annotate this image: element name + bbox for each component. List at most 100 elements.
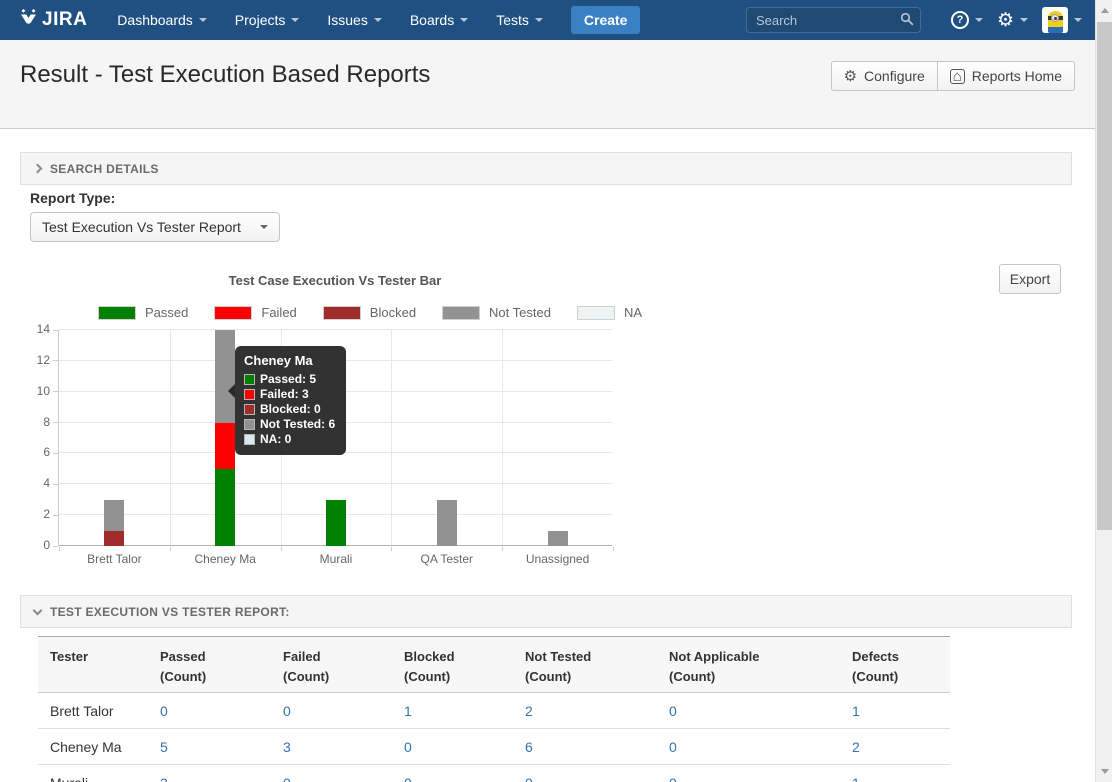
export-button[interactable]: Export — [999, 264, 1061, 294]
bar-segment-failed[interactable] — [215, 423, 235, 469]
legend-item-na[interactable]: NA — [577, 305, 642, 320]
nav-item-label: Boards — [410, 12, 454, 28]
count-link[interactable]: 6 — [525, 739, 533, 755]
bar-segment-not-tested[interactable] — [215, 330, 235, 423]
column-header-not-tested: Not Tested(Count) — [513, 637, 657, 692]
count-link[interactable]: 0 — [404, 739, 412, 755]
column-header-failed: Failed(Count) — [271, 637, 392, 692]
y-axis-tick — [53, 360, 58, 361]
count-link[interactable]: 2 — [852, 739, 860, 755]
nav-item-label: Projects — [235, 12, 286, 28]
nav-item-boards[interactable]: Boards — [396, 0, 482, 40]
x-axis-category-label: Cheney Ma — [170, 552, 281, 566]
user-menu[interactable] — [1042, 7, 1082, 33]
avatar-image — [1048, 11, 1063, 33]
chart-legend: Passed Failed Blocked Not Tested NA — [98, 305, 668, 320]
y-axis-tick-label: 10 — [20, 384, 50, 398]
x-axis-category-label: Unassigned — [502, 552, 613, 566]
bar-segment-blocked[interactable] — [104, 531, 124, 546]
nav-item-dashboards[interactable]: Dashboards — [103, 0, 221, 40]
top-navbar: JIRA Dashboards Projects Issues Boards T… — [0, 0, 1112, 40]
configure-button[interactable]: ⚙ Configure — [831, 61, 937, 91]
tester-name: Murali — [38, 765, 148, 782]
tooltip-text: Not Tested: 6 — [260, 417, 335, 432]
chevron-down-icon — [460, 18, 468, 22]
legend-item-passed[interactable]: Passed — [98, 305, 188, 320]
chart-title: Test Case Execution Vs Tester Bar — [58, 273, 612, 288]
count-link[interactable]: 3 — [160, 775, 168, 782]
bar-segment-not-tested[interactable] — [548, 531, 568, 546]
legend-label: Not Tested — [489, 305, 551, 320]
count-link[interactable]: 0 — [669, 775, 677, 782]
legend-label: Passed — [145, 305, 188, 320]
count-link[interactable]: 1 — [852, 703, 860, 719]
tooltip-title: Cheney Ma — [244, 353, 335, 368]
scroll-down-button[interactable] — [1096, 763, 1112, 780]
search-icon[interactable] — [900, 12, 914, 31]
y-axis-tick-label: 6 — [20, 445, 50, 459]
tooltip-text: Failed: 3 — [260, 387, 309, 402]
count-link[interactable]: 0 — [404, 775, 412, 782]
nav-item-projects[interactable]: Projects — [221, 0, 314, 40]
column-header-passed: Passed(Count) — [148, 637, 271, 692]
column-header-not-applicable: Not Applicable(Count) — [657, 637, 840, 692]
column-header-tester: Tester — [38, 637, 148, 692]
tester-name: Brett Talor — [38, 693, 148, 729]
passed-swatch — [98, 306, 136, 320]
count-link[interactable]: 0 — [525, 775, 533, 782]
nav-item-label: Issues — [327, 12, 367, 28]
tooltip-row: Not Tested: 6 — [244, 417, 335, 432]
y-axis-tick-label: 0 — [20, 538, 50, 552]
count-link[interactable]: 0 — [283, 775, 291, 782]
table-row: Murali 3 0 0 0 0 1 — [38, 765, 950, 782]
tooltip-row: Blocked: 0 — [244, 402, 335, 417]
bar-segment-passed[interactable] — [215, 469, 235, 546]
count-link[interactable]: 0 — [669, 739, 677, 755]
help-menu[interactable]: ? — [951, 11, 983, 29]
x-axis-category-label: Murali — [281, 552, 392, 566]
search-details-toggle[interactable]: SEARCH DETAILS — [20, 152, 1072, 185]
tooltip-text: Blocked: 0 — [260, 402, 321, 417]
chevron-down-icon — [33, 605, 43, 615]
nav-item-issues[interactable]: Issues — [313, 0, 395, 40]
configure-label: Configure — [864, 68, 925, 84]
passed-swatch — [244, 374, 255, 385]
bar-segment-not-tested[interactable] — [437, 500, 457, 546]
jira-logo[interactable]: JIRA — [18, 7, 87, 33]
y-axis-tick — [53, 391, 58, 392]
tooltip-arrow-icon — [228, 384, 235, 398]
tooltip-row: NA: 0 — [244, 432, 335, 447]
nav-item-tests[interactable]: Tests — [482, 0, 557, 40]
count-link[interactable]: 0 — [669, 703, 677, 719]
bar-segment-not-tested[interactable] — [104, 500, 124, 531]
failed-swatch — [214, 306, 252, 320]
header-buttons: ⚙ Configure ⌂ Reports Home — [831, 61, 1075, 91]
legend-item-failed[interactable]: Failed — [214, 305, 296, 320]
search-input[interactable] — [746, 7, 921, 33]
reports-home-button[interactable]: ⌂ Reports Home — [937, 61, 1075, 91]
scrollbar-thumb[interactable] — [1097, 22, 1112, 530]
scroll-up-button[interactable] — [1096, 2, 1112, 19]
vertical-scrollbar[interactable] — [1095, 0, 1112, 782]
admin-menu[interactable]: ⚙ — [997, 11, 1028, 30]
count-link[interactable]: 5 — [160, 739, 168, 755]
arrow-up-icon — [1101, 8, 1109, 13]
count-link[interactable]: 0 — [160, 703, 168, 719]
report-type-select[interactable]: Test Execution Vs Tester Report — [30, 212, 280, 242]
bar-segment-passed[interactable] — [326, 500, 346, 546]
y-axis-tick — [53, 330, 58, 331]
legend-item-not-tested[interactable]: Not Tested — [442, 305, 551, 320]
gridline-v — [391, 330, 392, 546]
report-section-toggle[interactable]: TEST EXECUTION VS TESTER REPORT: — [20, 595, 1072, 628]
na-swatch — [577, 306, 615, 320]
legend-label: Blocked — [370, 305, 416, 320]
count-link[interactable]: 0 — [283, 703, 291, 719]
count-link[interactable]: 1 — [404, 703, 412, 719]
legend-item-blocked[interactable]: Blocked — [323, 305, 416, 320]
count-link[interactable]: 2 — [525, 703, 533, 719]
count-link[interactable]: 3 — [283, 739, 291, 755]
table-row: Cheney Ma 5 3 0 6 0 2 — [38, 729, 950, 765]
report-type-value: Test Execution Vs Tester Report — [42, 219, 241, 235]
count-link[interactable]: 1 — [852, 775, 860, 782]
create-button[interactable]: Create — [571, 6, 641, 34]
